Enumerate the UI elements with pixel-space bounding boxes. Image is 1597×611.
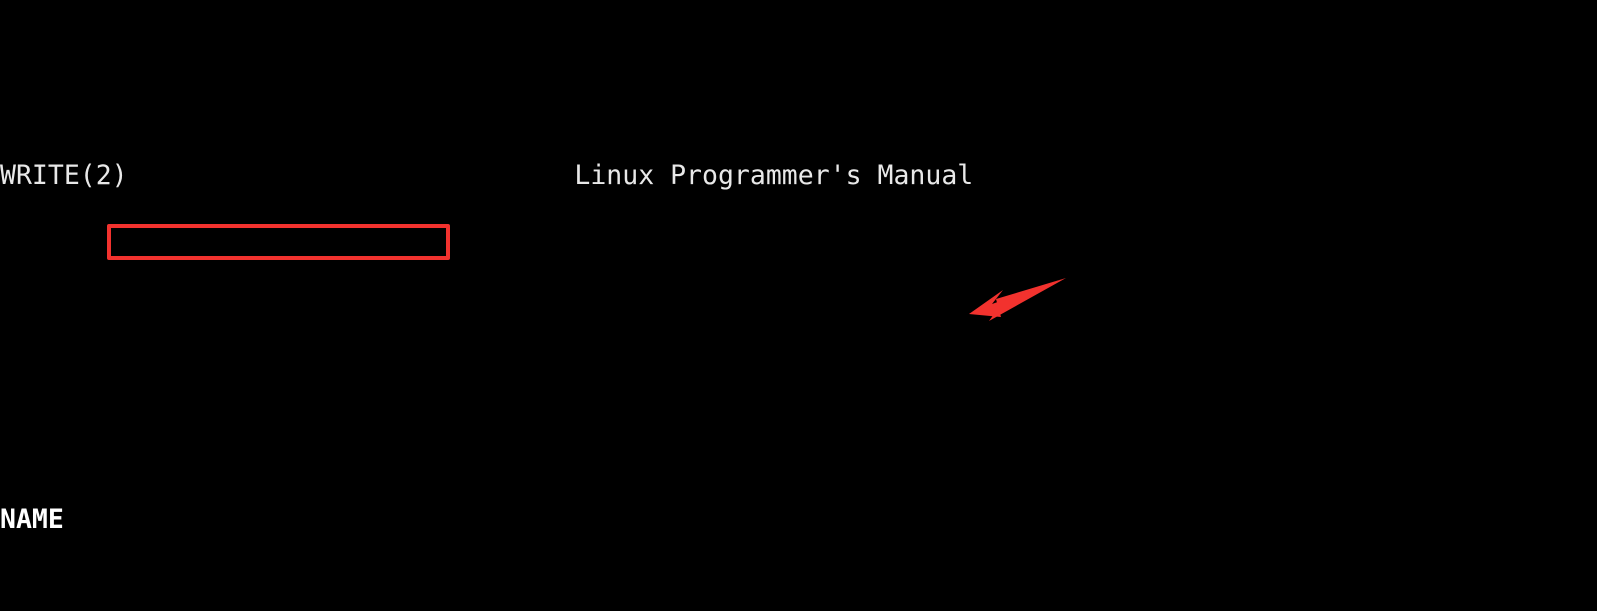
- man-header-center: Linux Programmer's Manual: [574, 159, 974, 191]
- man-page-content: WRITE(2) Linux Programmer's Manual NAME …: [0, 4, 1597, 611]
- man-header-left: WRITE(2): [0, 159, 128, 191]
- terminal-window[interactable]: WRITE(2) Linux Programmer's Manual NAME …: [0, 0, 1597, 611]
- man-header-gap: [128, 160, 575, 191]
- section-heading-name: NAME: [0, 503, 64, 535]
- man-header-line: WRITE(2) Linux Programmer's Manual: [0, 157, 1597, 195]
